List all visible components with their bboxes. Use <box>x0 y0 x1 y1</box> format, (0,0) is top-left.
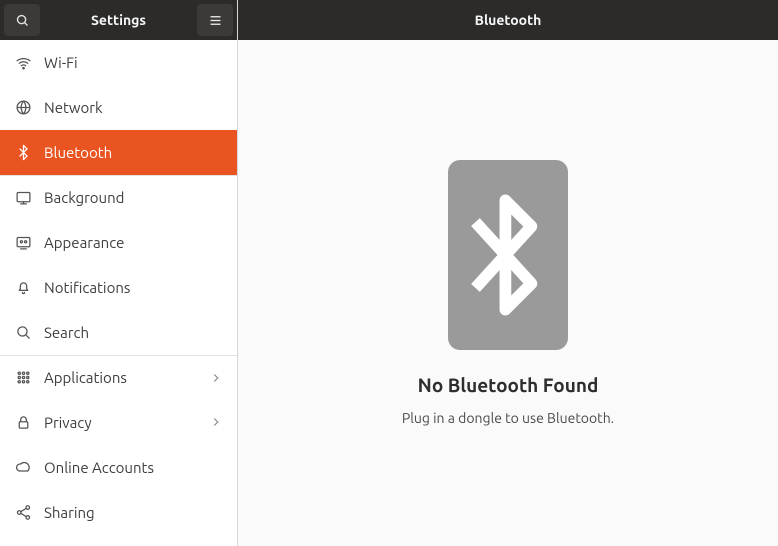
search-button[interactable] <box>4 4 40 36</box>
sidebar-item-online-accounts[interactable]: Online Accounts <box>0 445 237 490</box>
content-title: Bluetooth <box>475 12 542 28</box>
sidebar-item-label: Appearance <box>44 234 124 251</box>
sidebar-item-background[interactable]: Background <box>0 175 237 220</box>
sidebar-item-label: Sharing <box>44 504 95 521</box>
sidebar-item-label: Applications <box>44 369 127 386</box>
network-icon <box>14 98 32 116</box>
notifications-icon <box>14 278 32 296</box>
status-title: No Bluetooth Found <box>418 374 599 396</box>
sidebar-item-label: Notifications <box>44 279 130 296</box>
chevron-right-icon <box>209 415 223 429</box>
chevron-right-icon <box>209 371 223 385</box>
search-icon <box>14 323 32 341</box>
sidebar-item-sharing[interactable]: Sharing <box>0 490 237 535</box>
sidebar-item-privacy[interactable]: Privacy <box>0 400 237 445</box>
sidebar-item-network[interactable]: Network <box>0 85 237 130</box>
appearance-icon <box>14 233 32 251</box>
bluetooth-icon <box>14 143 32 161</box>
sidebar-title: Settings <box>44 12 193 28</box>
sharing-icon <box>14 503 32 521</box>
search-icon <box>15 13 30 28</box>
sidebar-list: Wi-Fi Network Bluetooth Background Appearanc… <box>0 40 237 546</box>
sidebar-item-applications[interactable]: Applications <box>0 355 237 400</box>
sidebar-item-appearance[interactable]: Appearance <box>0 220 237 265</box>
online-accounts-icon <box>14 458 32 476</box>
content-header: Bluetooth <box>238 0 778 40</box>
content-body: No Bluetooth Found Plug in a dongle to u… <box>238 40 778 546</box>
sidebar-item-label: Bluetooth <box>44 144 112 161</box>
status-subtitle: Plug in a dongle to use Bluetooth. <box>402 410 614 426</box>
privacy-icon <box>14 413 32 431</box>
hamburger-menu-button[interactable] <box>197 4 233 36</box>
sidebar-item-wifi[interactable]: Wi-Fi <box>0 40 237 85</box>
applications-icon <box>14 369 32 387</box>
sidebar-item-label: Search <box>44 324 89 341</box>
sidebar: Settings Wi-Fi Network Bluetooth Background… <box>0 0 238 546</box>
sidebar-item-label: Privacy <box>44 414 92 431</box>
bluetooth-disabled-icon <box>448 160 568 350</box>
content-panel: Bluetooth No Bluetooth Found Plug in a d… <box>238 0 778 546</box>
background-icon <box>14 189 32 207</box>
wifi-icon <box>14 53 32 71</box>
sidebar-item-bluetooth[interactable]: Bluetooth <box>0 130 237 175</box>
sidebar-item-search[interactable]: Search <box>0 310 237 355</box>
hamburger-icon <box>208 13 223 28</box>
sidebar-header: Settings <box>0 0 237 40</box>
sidebar-item-label: Background <box>44 189 124 206</box>
sidebar-item-label: Network <box>44 99 103 116</box>
sidebar-item-label: Online Accounts <box>44 459 154 476</box>
sidebar-item-label: Wi-Fi <box>44 54 78 71</box>
sidebar-item-notifications[interactable]: Notifications <box>0 265 237 310</box>
